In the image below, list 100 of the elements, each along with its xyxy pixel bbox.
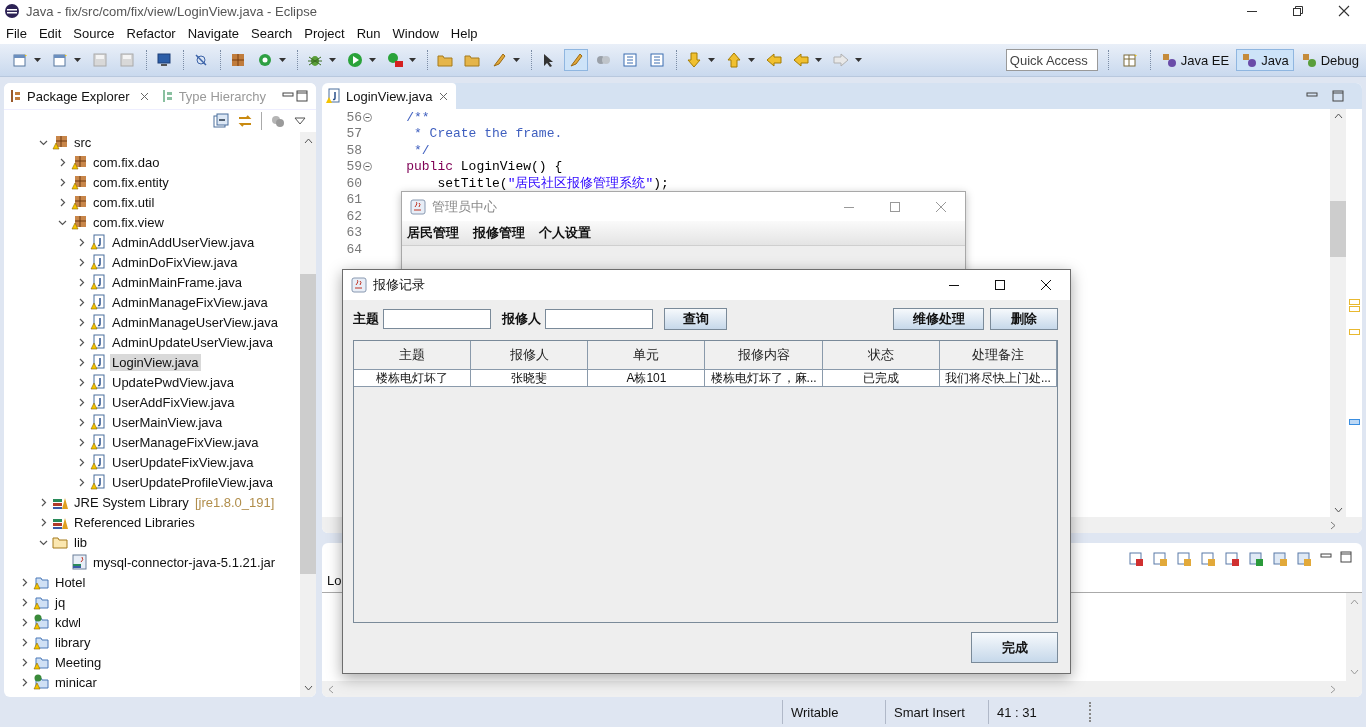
scrollbar[interactable]: [300, 132, 316, 697]
chevron-right-icon[interactable]: [20, 577, 29, 587]
tree-item[interactable]: UpdatePwdView.java: [110, 373, 236, 391]
maximize-icon[interactable]: [994, 279, 1006, 291]
menu-item[interactable]: Refactor: [120, 25, 182, 41]
overview-marker[interactable]: [1349, 299, 1360, 305]
chevron-right-icon[interactable]: [39, 517, 48, 527]
chevron-right-icon[interactable]: [39, 497, 48, 507]
fold-icon[interactable]: [363, 112, 372, 122]
chevron-right-icon[interactable]: [77, 277, 86, 287]
action-button[interactable]: 删除: [990, 308, 1058, 330]
scroll-down-icon[interactable]: [303, 685, 313, 691]
overview-marker[interactable]: [1349, 306, 1360, 312]
tree-item[interactable]: com.fix.util: [91, 193, 157, 211]
perspective-button[interactable]: Java: [1236, 49, 1294, 71]
tree-item[interactable]: jq: [53, 593, 68, 611]
fold-icon[interactable]: [363, 162, 372, 172]
tree-item[interactable]: Referenced Libraries: [72, 513, 197, 531]
editor-tab[interactable]: LoginView.java: [322, 83, 456, 109]
tree-item[interactable]: AdminDoFixView.java: [110, 253, 240, 271]
menu-item[interactable]: Edit: [32, 25, 68, 41]
collapse-all-icon[interactable]: [213, 113, 229, 129]
console-tab[interactable]: Lo: [327, 573, 342, 588]
view-tab[interactable]: Package Explorer: [4, 83, 154, 109]
menu-item[interactable]: Run: [350, 25, 387, 41]
chevron-right-icon[interactable]: [77, 357, 86, 367]
filter-icon[interactable]: [270, 113, 286, 129]
open-perspective-icon[interactable]: [1121, 52, 1138, 68]
done-button[interactable]: 完成: [971, 632, 1058, 663]
action-button[interactable]: 维修处理: [893, 308, 984, 330]
menu-item[interactable]: Search: [245, 25, 299, 41]
chevron-right-icon[interactable]: [77, 317, 86, 327]
tree-item[interactable]: com.fix.dao: [91, 153, 162, 171]
chevron-right-icon[interactable]: [20, 657, 29, 667]
input-field[interactable]: [545, 309, 653, 329]
chevron-right-icon[interactable]: [77, 237, 86, 247]
link-arrows-icon[interactable]: [237, 113, 253, 129]
menu-item[interactable]: Navigate: [181, 25, 245, 41]
chevron-right-icon[interactable]: [20, 617, 29, 627]
overview-marker[interactable]: [1349, 419, 1360, 425]
tree-item[interactable]: AdminAddUserView.java: [110, 233, 257, 251]
scroll-up-icon[interactable]: [303, 138, 313, 144]
chevron-right-icon[interactable]: [20, 637, 29, 647]
scroll-thumb[interactable]: [300, 274, 316, 574]
view-menu-icon[interactable]: [294, 117, 306, 125]
chevron-right-icon[interactable]: [20, 597, 29, 607]
chevron-right-icon[interactable]: [77, 417, 86, 427]
tree-item[interactable]: src: [72, 133, 94, 151]
tree-item[interactable]: UserMainView.java: [110, 413, 225, 431]
scrollbar[interactable]: [1330, 109, 1346, 517]
tree-item[interactable]: Hotel: [53, 573, 88, 591]
tree-item[interactable]: UserManageFixView.java: [110, 433, 261, 451]
tree-item[interactable]: com.fix.entity: [91, 173, 171, 191]
restore-icon[interactable]: [1292, 5, 1304, 17]
scroll-thumb[interactable]: [1330, 201, 1346, 257]
chevron-right-icon[interactable]: [58, 197, 67, 207]
tree-item[interactable]: UserUpdateFixView.java: [110, 453, 256, 471]
menu-item[interactable]: Help: [444, 25, 484, 41]
menu-item[interactable]: Window: [386, 25, 445, 41]
perspective-button[interactable]: Java EE: [1155, 49, 1235, 71]
tree-item[interactable]: JRE System Library: [72, 493, 191, 511]
perspective-button[interactable]: Debug: [1295, 49, 1364, 71]
chevron-right-icon[interactable]: [77, 437, 86, 447]
overview-marker[interactable]: [1349, 329, 1360, 335]
tree-item[interactable]: kdwl: [53, 613, 83, 631]
chevron-right-icon[interactable]: [77, 397, 86, 407]
scroll-up-icon[interactable]: [1333, 113, 1343, 119]
menu-item[interactable]: 报修管理: [473, 224, 525, 242]
close-icon[interactable]: [1040, 279, 1052, 291]
input-field[interactable]: [383, 309, 491, 329]
search-button[interactable]: 查询: [664, 308, 727, 330]
close-icon[interactable]: [1338, 5, 1350, 17]
menu-item[interactable]: Project: [298, 25, 351, 41]
scroll-right-icon[interactable]: [1330, 520, 1336, 530]
menu-item[interactable]: Source: [67, 25, 121, 41]
tree-item[interactable]: AdminUpdateUserView.java: [110, 333, 275, 351]
menu-item[interactable]: 个人设置: [539, 224, 591, 242]
tree-item[interactable]: AdminManageUserView.java: [110, 313, 280, 331]
scroll-down-icon[interactable]: [1333, 507, 1343, 513]
chevron-right-icon[interactable]: [77, 477, 86, 487]
tree-item[interactable]: LoginView.java: [110, 353, 201, 371]
chevron-right-icon[interactable]: [20, 677, 29, 687]
chevron-right-icon[interactable]: [77, 337, 86, 347]
tree-item[interactable]: AdminMainFrame.java: [110, 273, 245, 291]
menu-item[interactable]: File: [0, 25, 33, 41]
tree-item[interactable]: Meeting: [53, 653, 104, 671]
chevron-right-icon[interactable]: [77, 297, 86, 307]
tree-item[interactable]: UserAddFixView.java: [110, 393, 237, 411]
chevron-right-icon[interactable]: [58, 177, 67, 187]
tree-item[interactable]: library: [53, 633, 93, 651]
tree-item[interactable]: lib: [72, 533, 89, 551]
chevron-right-icon[interactable]: [58, 157, 67, 167]
menu-item[interactable]: 居民管理: [407, 224, 459, 242]
chevron-right-icon[interactable]: [77, 457, 86, 467]
tree-item[interactable]: UserUpdateProfileView.java: [110, 473, 275, 491]
tree-item[interactable]: mysql-connector-java-5.1.21.jar: [91, 553, 278, 571]
quick-access-field[interactable]: Quick Access: [1005, 49, 1098, 71]
tree-item[interactable]: AdminManageFixView.java: [110, 293, 270, 311]
chevron-right-icon[interactable]: [77, 377, 86, 387]
tree-item[interactable]: com.fix.view: [91, 213, 166, 231]
